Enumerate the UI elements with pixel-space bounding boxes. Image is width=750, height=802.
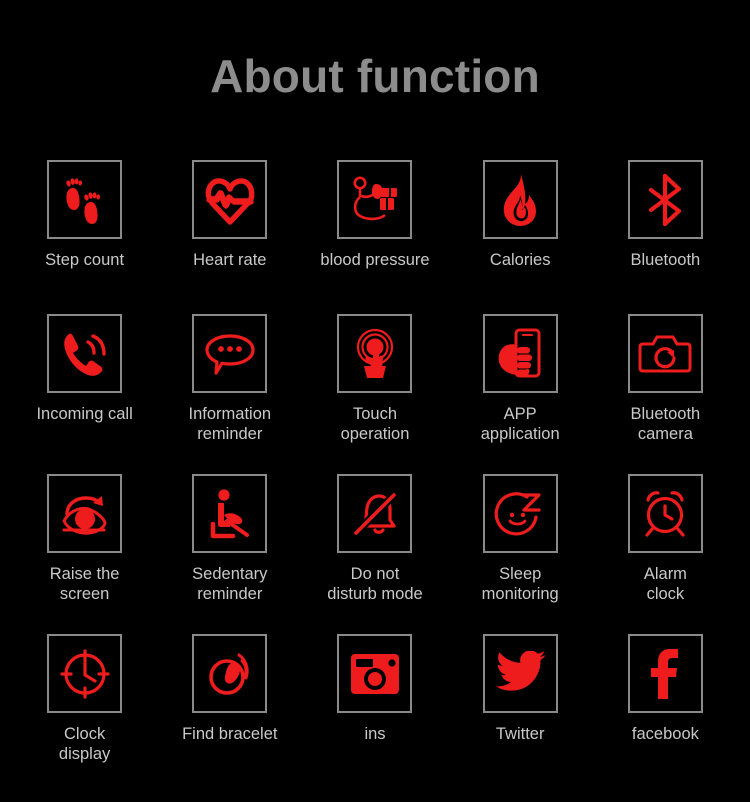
function-item-incoming-call[interactable]: Incoming call — [12, 314, 157, 474]
function-item-blood-pressure[interactable]: blood pressure — [302, 160, 447, 314]
sleeping-face-icon — [494, 489, 546, 539]
ringing-phone-icon — [59, 328, 111, 380]
sitting-person-icon — [207, 488, 253, 540]
sleeping-face-icon-box[interactable] — [482, 474, 558, 553]
function-item-label: Sedentary reminder — [192, 565, 268, 603]
blood-pressure-monitor-icon — [349, 174, 401, 226]
function-item-label: Twitter — [495, 725, 545, 743]
clock-icon — [59, 648, 111, 700]
function-item-label: Heart rate — [193, 251, 267, 269]
function-item-facebook[interactable]: facebook — [593, 634, 738, 794]
hand-holding-phone-icon — [495, 327, 545, 381]
function-item-sedentary-reminder[interactable]: Sedentary reminder — [157, 474, 302, 634]
twitter-bird-icon — [493, 650, 547, 697]
heart-pulse-icon-box[interactable] — [192, 160, 268, 239]
function-item-find-bracelet[interactable]: Find bracelet — [157, 634, 302, 794]
bluetooth-icon — [645, 173, 685, 227]
page-title: About function — [210, 50, 540, 102]
function-item-label: Find bracelet — [182, 725, 278, 743]
function-item-label: APP application — [480, 405, 560, 443]
function-item-label: Touch operation — [340, 405, 410, 443]
blood-pressure-monitor-icon-box[interactable] — [337, 160, 413, 239]
bell-slash-icon — [350, 489, 400, 539]
function-item-app-application[interactable]: APP application — [448, 314, 593, 474]
function-item-information-reminder[interactable]: Information reminder — [157, 314, 302, 474]
function-item-label: ins — [364, 725, 386, 743]
flame-icon-box[interactable] — [482, 160, 558, 239]
clock-icon-box[interactable] — [47, 634, 123, 713]
function-item-bluetooth-camera[interactable]: Bluetooth camera — [593, 314, 738, 474]
function-item-label: Bluetooth camera — [630, 405, 701, 443]
footprints-icon-box[interactable] — [47, 160, 123, 239]
speech-bubble-icon-box[interactable] — [192, 314, 268, 393]
facebook-f-icon-box[interactable] — [627, 634, 703, 713]
camera-icon — [638, 333, 692, 375]
function-item-label: blood pressure — [320, 251, 430, 269]
function-item-clock-display[interactable]: Clock display — [12, 634, 157, 794]
flame-icon — [499, 173, 541, 227]
facebook-f-icon — [648, 647, 682, 701]
function-item-calories[interactable]: Calories — [448, 160, 593, 314]
function-item-alarm-clock[interactable]: Alarm clock — [593, 474, 738, 634]
eye-rotate-icon-box[interactable] — [47, 474, 123, 553]
about-function-page: About function Step count Heart rate blo… — [0, 0, 750, 802]
function-item-bluetooth[interactable]: Bluetooth — [593, 160, 738, 314]
heart-pulse-icon — [203, 175, 257, 225]
sitting-person-icon-box[interactable] — [192, 474, 268, 553]
instagram-icon-box[interactable] — [337, 634, 413, 713]
function-item-label: Information reminder — [188, 405, 272, 443]
speech-bubble-icon — [203, 331, 257, 377]
instagram-icon — [349, 652, 401, 696]
eye-rotate-icon — [58, 490, 112, 538]
function-item-raise-the-screen[interactable]: Raise the screen — [12, 474, 157, 634]
function-item-step-count[interactable]: Step count — [12, 160, 157, 314]
touch-tap-icon-box[interactable] — [337, 314, 413, 393]
function-item-sleep-monitoring[interactable]: Sleep monitoring — [448, 474, 593, 634]
function-item-label: Calories — [489, 251, 551, 269]
touch-tap-icon — [350, 328, 400, 380]
ringing-phone-icon-box[interactable] — [47, 314, 123, 393]
twitter-bird-icon-box[interactable] — [482, 634, 558, 713]
camera-icon-box[interactable] — [627, 314, 703, 393]
function-item-label: Bluetooth — [630, 251, 701, 269]
function-item-label: Do not disturb mode — [327, 565, 423, 603]
bluetooth-icon-box[interactable] — [627, 160, 703, 239]
function-item-ins[interactable]: ins — [302, 634, 447, 794]
function-item-touch-operation[interactable]: Touch operation — [302, 314, 447, 474]
function-item-label: Incoming call — [36, 405, 133, 423]
hand-holding-phone-icon-box[interactable] — [482, 314, 558, 393]
function-item-label: Sleep monitoring — [481, 565, 559, 603]
function-item-label: Clock display — [58, 725, 111, 763]
function-item-label: facebook — [631, 725, 699, 743]
function-grid: Step count Heart rate blood pressure Cal… — [12, 160, 738, 794]
alarm-clock-icon — [639, 489, 691, 539]
alarm-clock-icon-box[interactable] — [627, 474, 703, 553]
function-item-label: Raise the screen — [49, 565, 120, 603]
bell-slash-icon-box[interactable] — [337, 474, 413, 553]
find-bracelet-icon-box[interactable] — [192, 634, 268, 713]
function-item-label: Step count — [45, 251, 125, 269]
function-item-label: Alarm clock — [643, 565, 687, 603]
function-item-do-not-disturb[interactable]: Do not disturb mode — [302, 474, 447, 634]
footprints-icon — [60, 174, 110, 226]
find-bracelet-icon — [205, 649, 255, 699]
function-item-heart-rate[interactable]: Heart rate — [157, 160, 302, 314]
function-item-twitter[interactable]: Twitter — [448, 634, 593, 794]
